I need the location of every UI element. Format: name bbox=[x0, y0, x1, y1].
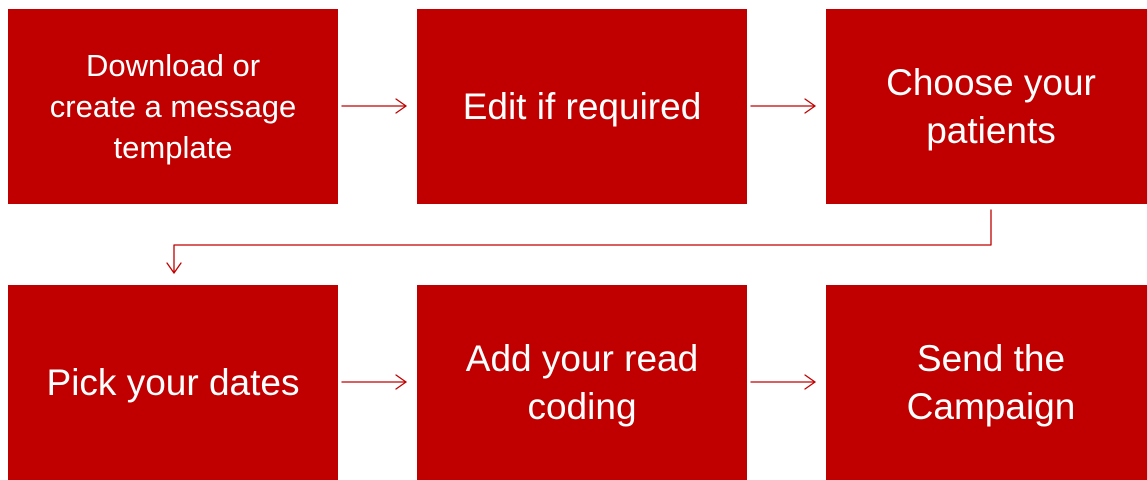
step-label: Pick your dates bbox=[46, 361, 300, 403]
step-label: Send the Campaign bbox=[906, 337, 1076, 427]
step-label: Add your read coding bbox=[465, 337, 699, 427]
arrow-right-icon bbox=[750, 374, 816, 390]
step-box-send-campaign: Send the Campaign bbox=[826, 285, 1147, 480]
arrow-right-icon bbox=[341, 374, 407, 390]
step-label: Download or create a message template bbox=[49, 48, 297, 165]
step-box-download-template: Download or create a message template bbox=[8, 9, 338, 204]
step-box-read-coding: Add your read coding bbox=[417, 285, 747, 480]
elbow-arrow-down-icon bbox=[166, 209, 992, 274]
step-box-edit: Edit if required bbox=[417, 9, 747, 204]
step-label: Choose your patients bbox=[886, 61, 1096, 151]
step-box-choose-patients: Choose your patients bbox=[826, 9, 1147, 204]
arrow-right-icon bbox=[750, 98, 816, 114]
arrow-right-icon bbox=[341, 98, 407, 114]
step-label: Edit if required bbox=[462, 85, 702, 127]
step-box-pick-dates: Pick your dates bbox=[8, 285, 338, 480]
